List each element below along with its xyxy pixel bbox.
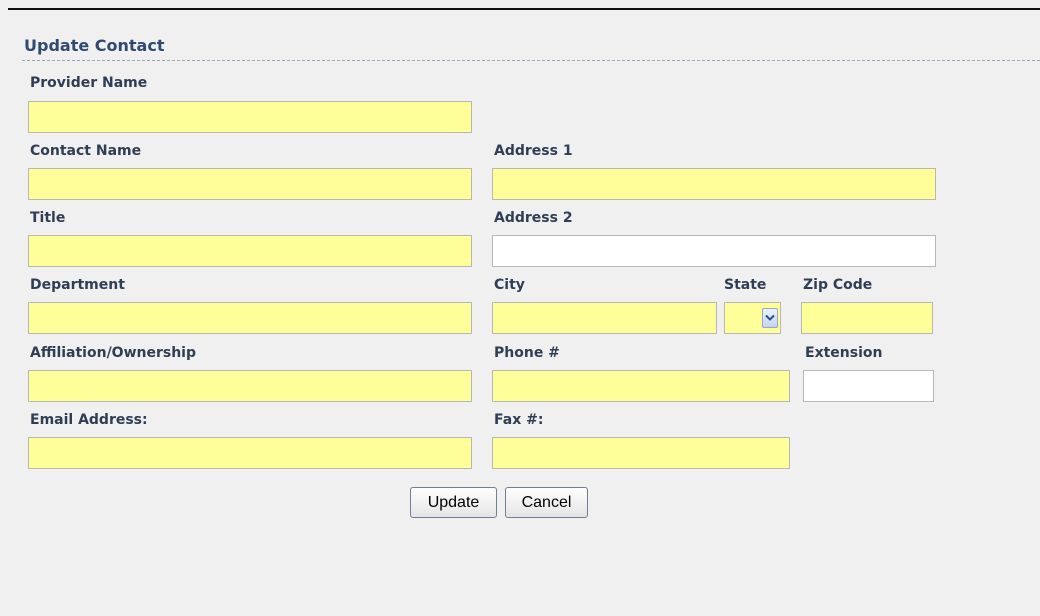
- email-input[interactable]: [28, 437, 472, 469]
- phone-input[interactable]: [492, 370, 790, 402]
- department-label: Department: [30, 277, 125, 293]
- title-divider: [22, 60, 1040, 61]
- contact-name-label: Contact Name: [30, 143, 142, 159]
- email-label: Email Address:: [30, 412, 148, 428]
- state-select[interactable]: [724, 302, 781, 334]
- extension-input[interactable]: [803, 370, 934, 402]
- address1-label: Address 1: [494, 143, 573, 159]
- fax-label: Fax #:: [494, 412, 544, 428]
- zip-code-input[interactable]: [801, 302, 933, 334]
- zip-code-label: Zip Code: [803, 277, 873, 293]
- department-input[interactable]: [28, 302, 472, 334]
- form-title: Update Contact: [24, 36, 165, 55]
- state-label: State: [724, 277, 767, 293]
- provider-name-label: Provider Name: [30, 75, 148, 91]
- address2-input[interactable]: [492, 235, 936, 267]
- cancel-button[interactable]: Cancel: [505, 487, 588, 518]
- chevron-down-icon[interactable]: [762, 308, 778, 328]
- update-button[interactable]: Update: [410, 487, 497, 518]
- title-label: Title: [30, 210, 66, 226]
- provider-name-input[interactable]: [28, 101, 472, 133]
- contact-name-input[interactable]: [28, 168, 472, 200]
- affiliation-input[interactable]: [28, 370, 472, 402]
- fax-input[interactable]: [492, 437, 790, 469]
- title-input[interactable]: [28, 235, 472, 267]
- city-label: City: [494, 277, 525, 293]
- city-input[interactable]: [492, 302, 717, 334]
- top-border: [8, 8, 1040, 10]
- address2-label: Address 2: [494, 210, 573, 226]
- address1-input[interactable]: [492, 168, 936, 200]
- phone-label: Phone #: [494, 345, 560, 361]
- extension-label: Extension: [805, 345, 883, 361]
- affiliation-label: Affiliation/Ownership: [30, 345, 197, 361]
